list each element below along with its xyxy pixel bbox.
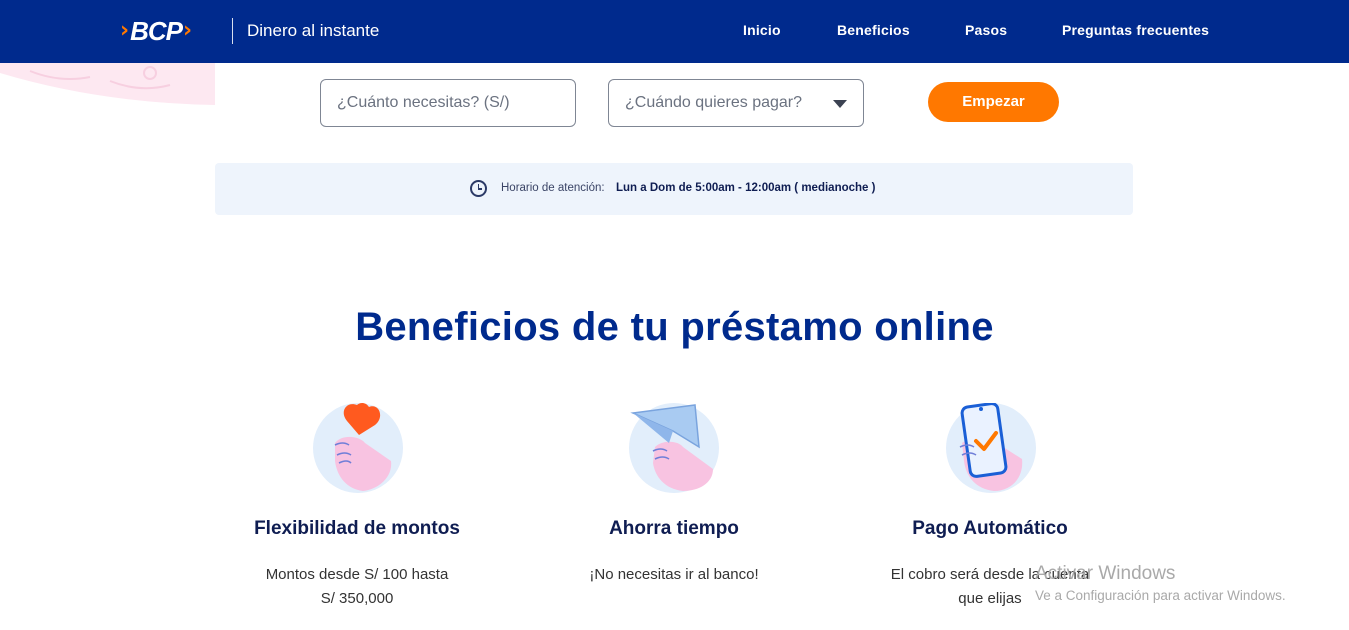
benefit-text-line: Montos desde S/ 100 hasta <box>265 566 449 583</box>
windows-activation-subtitle: Ve a Configuración para activar Windows. <box>1035 588 1286 603</box>
nav-inicio[interactable]: Inicio <box>743 22 781 38</box>
benefit-text-line: S/ 350,000 <box>320 590 394 607</box>
logo-chevron-right: › <box>182 18 193 43</box>
paper-plane-hand-icon <box>629 403 719 493</box>
schedule-banner: Horario de atención: Lun a Dom de 5:00am… <box>215 163 1133 215</box>
top-navbar: › BCP › Dinero al instante Inicio Benefi… <box>0 0 1349 63</box>
benefits-title: Beneficios de tu préstamo online <box>355 305 994 349</box>
payment-date-placeholder: ¿Cuándo quieres pagar? <box>625 94 803 111</box>
benefit-title-auto-pay: Pago Automático <box>912 518 1068 539</box>
benefit-text-time: ¡No necesitas ir al banco! <box>524 563 824 587</box>
nav-pasos[interactable]: Pasos <box>965 22 1007 38</box>
payment-date-select[interactable]: ¿Cuándo quieres pagar? <box>608 79 864 127</box>
phone-check-hand-icon <box>946 402 1036 493</box>
heart-hand-icon <box>313 403 403 493</box>
header-divider <box>232 18 233 44</box>
header-tagline: Dinero al instante <box>247 21 380 40</box>
caret-down-icon <box>833 100 847 108</box>
decorative-pattern <box>0 63 215 105</box>
benefit-title-time: Ahorra tiempo <box>609 518 739 539</box>
bcp-logo[interactable]: › BCP › <box>120 18 192 44</box>
windows-activation-title: Activar Windows <box>1035 563 1176 584</box>
nav-preguntas-frecuentes[interactable]: Preguntas frecuentes <box>1062 22 1209 38</box>
logo-text: BCP <box>130 16 183 46</box>
benefit-title-flexibility: Flexibilidad de montos <box>254 518 460 539</box>
schedule-label: Horario de atención: <box>501 182 605 194</box>
start-button[interactable]: Empezar <box>928 82 1059 122</box>
benefit-text-flexibility: Montos desde S/ 100 hasta S/ 350,000 <box>207 563 507 611</box>
logo-chevron-left: › <box>120 18 130 43</box>
nav-beneficios[interactable]: Beneficios <box>837 22 910 38</box>
benefit-text-line: ¡No necesitas ir al banco! <box>589 566 759 583</box>
schedule-hours: Lun a Dom de 5:00am - 12:00am ( medianoc… <box>616 182 876 194</box>
clock-icon <box>470 180 487 197</box>
amount-input[interactable]: ¿Cuánto necesitas? (S/) <box>320 79 576 127</box>
